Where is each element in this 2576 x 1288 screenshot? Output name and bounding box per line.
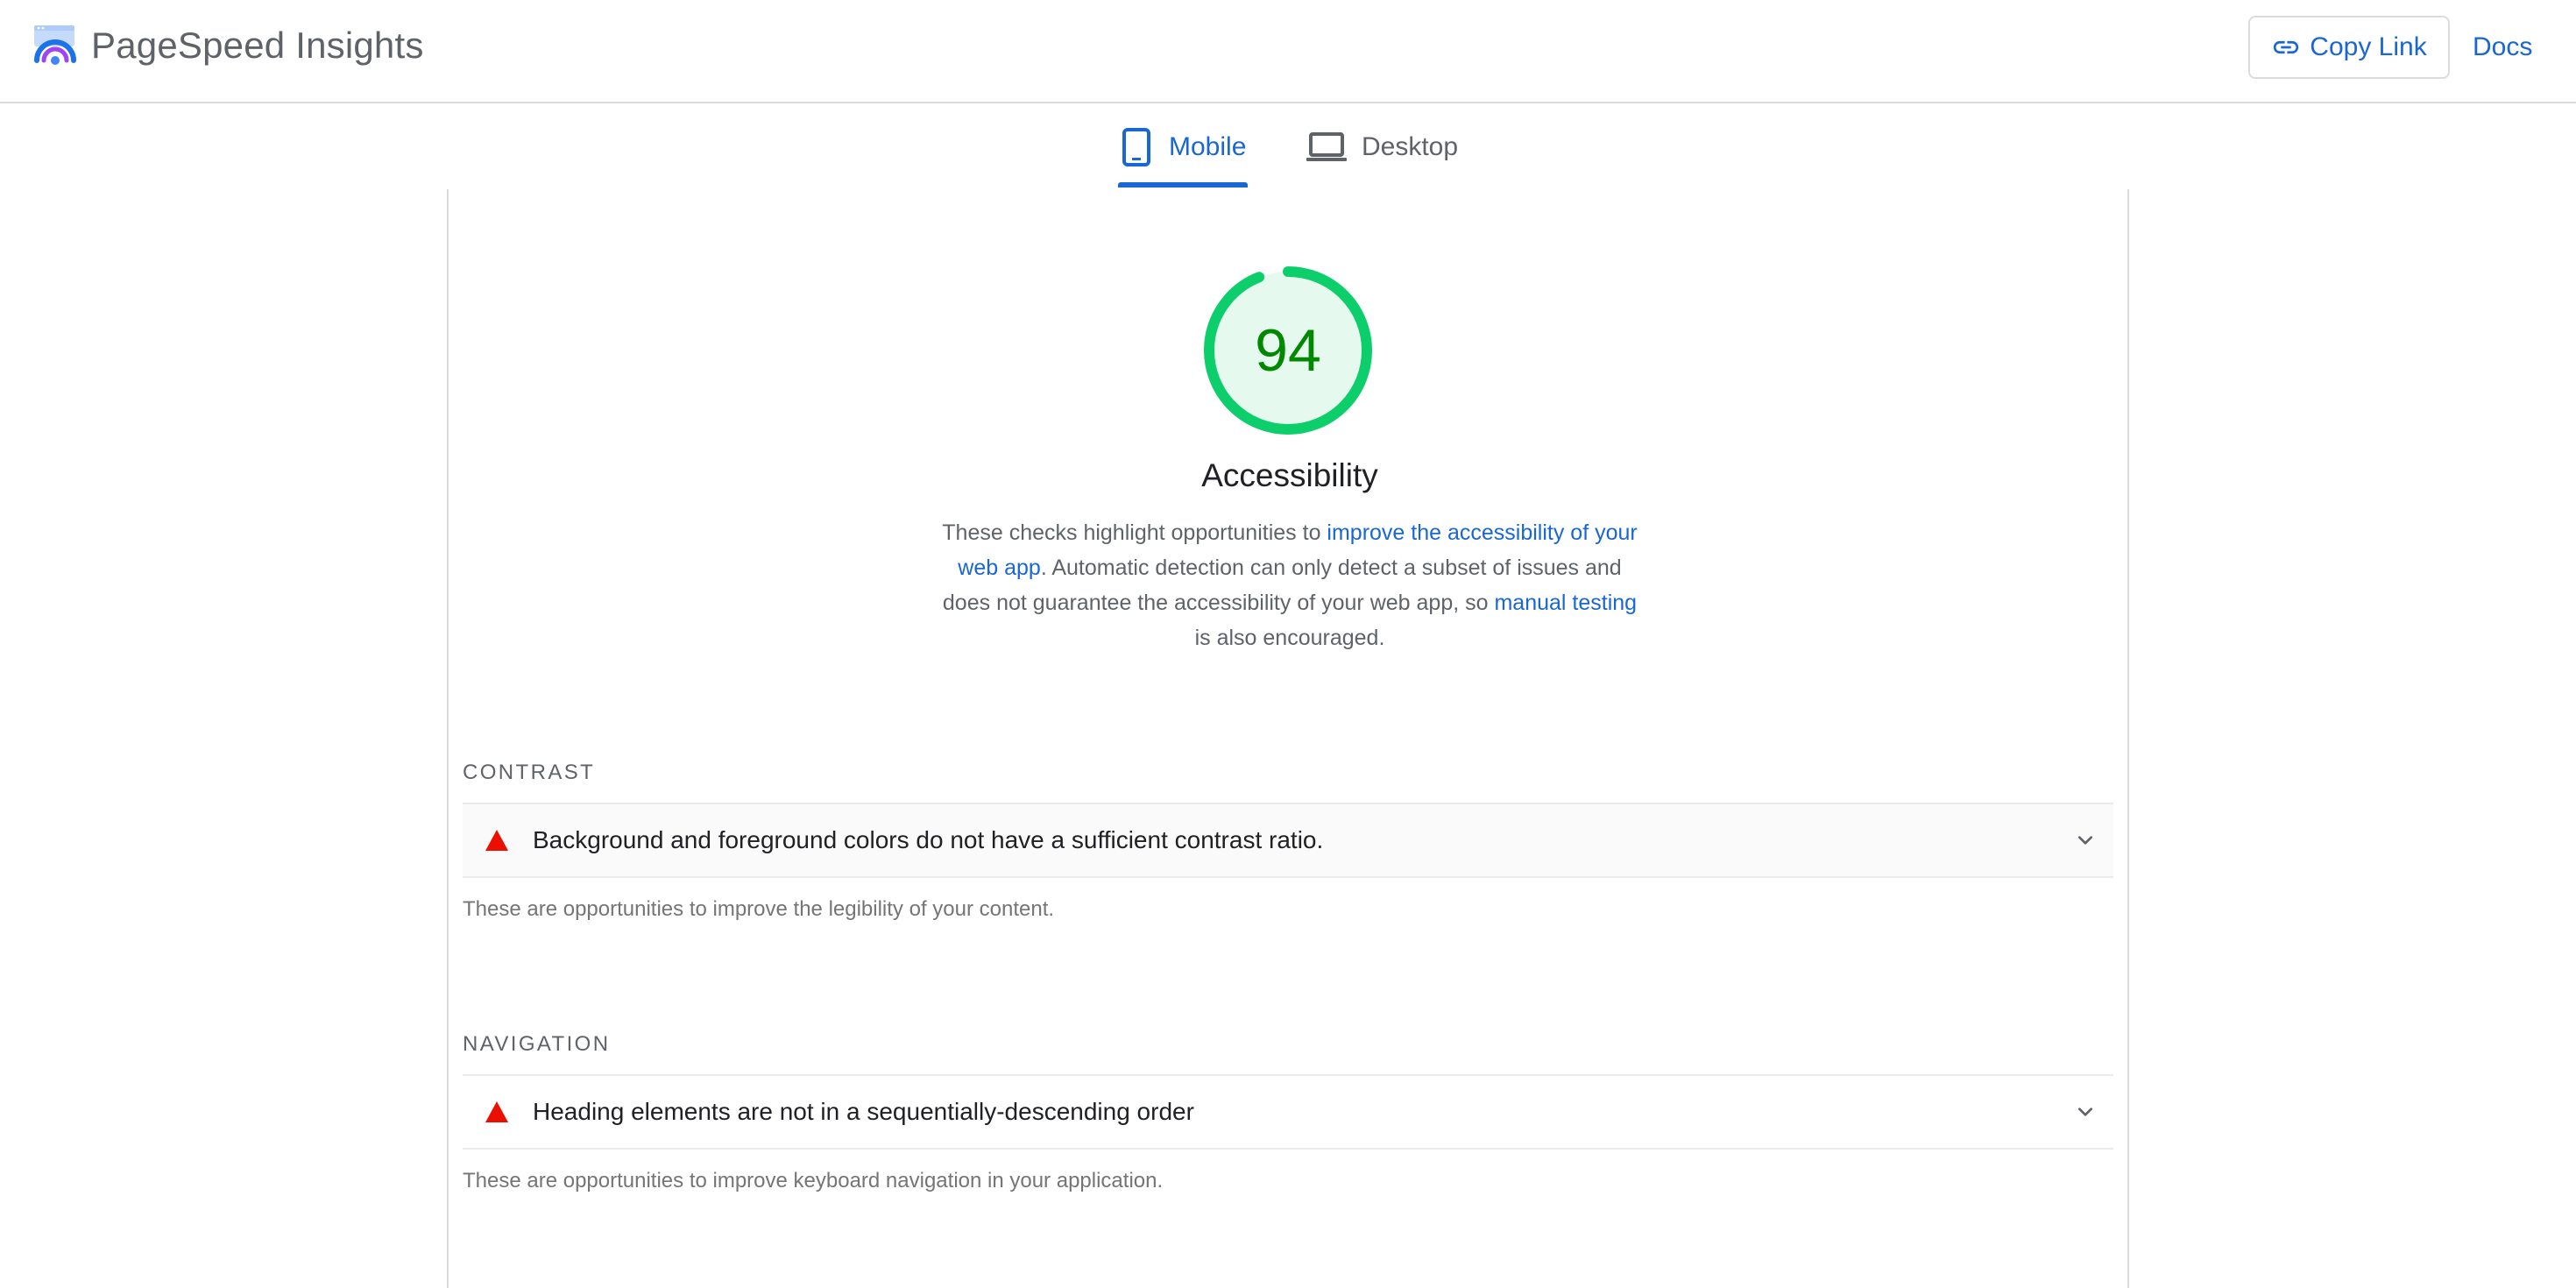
- audit-title: Background and foreground colors do not …: [533, 826, 1324, 853]
- category-title: Accessibility: [1201, 457, 1378, 493]
- score-gauge: 94: [1202, 265, 1374, 436]
- description-text: is also encouraged.: [1194, 626, 1385, 650]
- tab-desktop[interactable]: Desktop: [1306, 105, 1463, 189]
- selected-tab-indicator: [1118, 182, 1248, 188]
- pagespeed-logo-icon: [32, 22, 79, 69]
- category-description: These checks highlight opportunities to …: [939, 515, 1640, 655]
- score-value: 94: [1255, 317, 1321, 384]
- group-description-navigation: These are opportunities to improve keybo…: [463, 1169, 1164, 1192]
- copy-link-label: Copy Link: [2310, 32, 2427, 61]
- group-title-contrast: CONTRAST: [463, 761, 596, 784]
- tab-mobile[interactable]: Mobile: [1118, 105, 1248, 189]
- laptop-icon: [1306, 127, 1348, 167]
- pagespeed-app: PageSpeed Insights Copy Link Docs Mobile: [0, 0, 2576, 1288]
- audit-contrast[interactable]: Background and foreground colors do not …: [463, 803, 2113, 878]
- chevron-down-icon[interactable]: [2071, 1098, 2099, 1126]
- top-bar: PageSpeed Insights Copy Link Docs: [0, 0, 2576, 103]
- fail-triangle-icon: [484, 1099, 510, 1125]
- audit-heading-order[interactable]: Heading elements are not in a sequential…: [463, 1074, 2113, 1150]
- group-description-contrast: These are opportunities to improve the l…: [463, 897, 1055, 921]
- docs-link[interactable]: Docs: [2473, 30, 2532, 65]
- copy-link-button[interactable]: Copy Link: [2248, 16, 2450, 79]
- app-title: PageSpeed Insights: [91, 25, 424, 66]
- chevron-down-icon[interactable]: [2071, 826, 2099, 854]
- mobile-phone-icon: [1118, 127, 1155, 167]
- device-tabs: Mobile Desktop: [0, 105, 2576, 189]
- group-title-navigation: NAVIGATION: [463, 1032, 611, 1056]
- description-text: These checks highlight opportunities to: [942, 520, 1327, 545]
- tab-desktop-label: Desktop: [1362, 132, 1459, 161]
- audit-title: Heading elements are not in a sequential…: [533, 1098, 1194, 1125]
- brand[interactable]: PageSpeed Insights: [32, 21, 424, 70]
- tab-mobile-label: Mobile: [1169, 132, 1247, 161]
- manual-testing-link[interactable]: manual testing: [1494, 591, 1637, 615]
- fail-triangle-icon: [484, 827, 510, 853]
- report-panel: 94 Accessibility These checks highlight …: [447, 189, 2129, 1288]
- link-icon: [2271, 32, 2301, 62]
